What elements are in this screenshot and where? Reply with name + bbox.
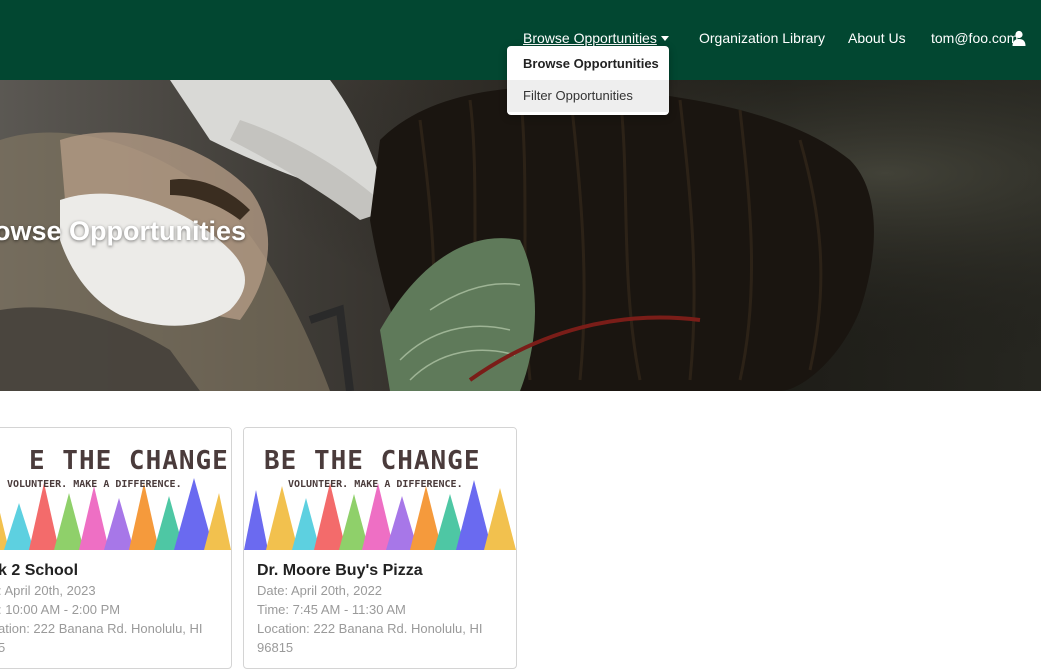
nav-about-us[interactable]: About Us xyxy=(848,30,906,47)
image-headline: BE THE CHANGE xyxy=(264,446,481,476)
card-time: Time: 7:45 AM - 11:30 AM xyxy=(257,602,406,617)
opportunity-card[interactable]: E THE CHANGE VOLUNTEER. MAKE A DIFFERENC… xyxy=(0,427,232,669)
user-icon[interactable] xyxy=(1012,30,1026,46)
card-location-cont: 96815 xyxy=(257,640,294,655)
card-location-cont: 5 xyxy=(0,638,203,657)
card-date: Date: April 20th, 2022 xyxy=(257,583,383,598)
card-image: E THE CHANGE VOLUNTEER. MAKE A DIFFERENC… xyxy=(0,428,231,550)
image-subline: VOLUNTEER. MAKE A DIFFERENCE. xyxy=(288,479,463,490)
nav-organization-library[interactable]: Organization Library xyxy=(699,30,825,47)
card-title[interactable]: k 2 School xyxy=(0,561,203,581)
image-headline: E THE CHANGE xyxy=(29,446,229,476)
card-date: : April 20th, 2023 xyxy=(0,583,96,598)
page-title: owse Opportunities xyxy=(0,216,247,246)
nav-user-email[interactable]: tom@foo.com xyxy=(931,30,1018,47)
card-location: ation: 222 Banana Rd. Honolulu, HI xyxy=(0,621,203,636)
be-the-change-image: E THE CHANGE VOLUNTEER. MAKE A DIFFERENC… xyxy=(0,428,231,550)
card-time: : 10:00 AM - 2:00 PM xyxy=(0,602,121,617)
card-title[interactable]: Dr. Moore Buy's Pizza xyxy=(257,561,483,581)
dropdown-item-browse-opportunities[interactable]: Browse Opportunities xyxy=(507,48,669,80)
caret-down-icon[interactable] xyxy=(661,36,669,41)
hero-banner: owse Opportunities xyxy=(0,80,1041,391)
image-subline: VOLUNTEER. MAKE A DIFFERENCE. xyxy=(7,479,182,490)
be-the-change-image: BE THE CHANGE VOLUNTEER. MAKE A DIFFEREN… xyxy=(244,428,516,550)
dropdown-item-filter-opportunities[interactable]: Filter Opportunities xyxy=(507,80,669,112)
card-location: Location: 222 Banana Rd. Honolulu, HI xyxy=(257,621,483,636)
opportunity-card[interactable]: BE THE CHANGE VOLUNTEER. MAKE A DIFFEREN… xyxy=(243,427,517,669)
browse-dropdown-menu: Browse Opportunities Filter Opportunitie… xyxy=(507,46,669,115)
nav-browse-opportunities[interactable]: Browse Opportunities xyxy=(523,30,657,47)
card-image: BE THE CHANGE VOLUNTEER. MAKE A DIFFEREN… xyxy=(244,428,516,550)
